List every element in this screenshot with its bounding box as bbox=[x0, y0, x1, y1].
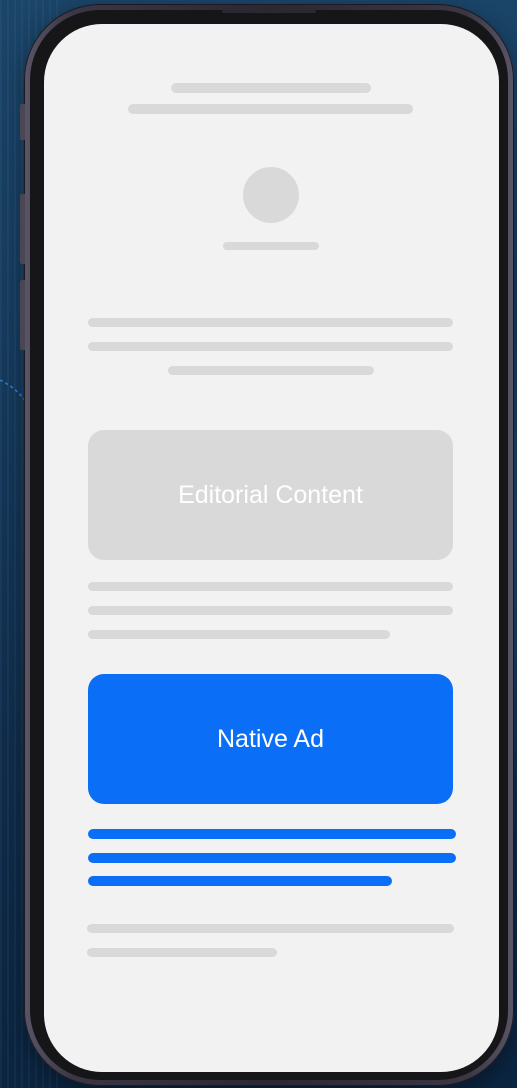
footer-text-line-1 bbox=[87, 924, 454, 933]
footer-text-line-2 bbox=[87, 948, 277, 957]
phone-side-button-top bbox=[20, 104, 25, 140]
intro-text-line-3 bbox=[168, 366, 374, 375]
intro-text-line-1 bbox=[88, 318, 453, 327]
avatar-name-line bbox=[223, 242, 319, 250]
editorial-content-label: Editorial Content bbox=[178, 480, 363, 509]
phone-side-button-volume-down bbox=[20, 280, 25, 350]
avatar bbox=[243, 167, 299, 223]
ad-text-line-3[interactable] bbox=[88, 876, 392, 886]
phone-speaker bbox=[222, 10, 316, 13]
intro-text-line-2 bbox=[88, 342, 453, 351]
header-line-2 bbox=[128, 104, 413, 114]
body-text-line-1 bbox=[88, 582, 453, 591]
native-ad-label: Native Ad bbox=[216, 724, 324, 753]
ad-text-line-1[interactable] bbox=[88, 829, 456, 839]
editorial-content-block: Editorial Content bbox=[88, 430, 453, 560]
phone-side-button-volume-up bbox=[20, 194, 25, 264]
phone-screen: Editorial Content Native Ad bbox=[44, 24, 499, 1072]
ad-text-line-2[interactable] bbox=[88, 853, 456, 863]
header-line-1 bbox=[171, 83, 371, 93]
body-text-line-2 bbox=[88, 606, 453, 615]
native-ad-block[interactable]: Native Ad bbox=[88, 674, 453, 804]
body-text-line-3 bbox=[88, 630, 390, 639]
